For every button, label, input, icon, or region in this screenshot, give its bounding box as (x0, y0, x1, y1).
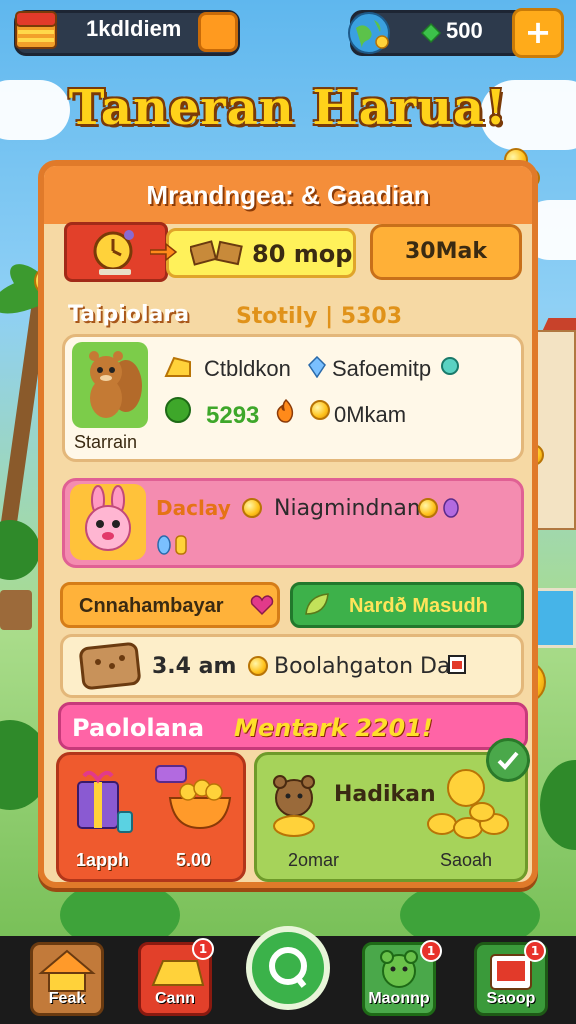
coin-icon (310, 400, 330, 420)
crate-icon (190, 240, 243, 266)
nav-search-button[interactable] (246, 926, 330, 1010)
stat-label: Ctbldkon (204, 356, 291, 381)
currency-amount: 500 (446, 18, 483, 43)
diamond-icon (308, 356, 326, 378)
coin-icon (248, 656, 268, 676)
claim-button[interactable]: 30Mak (370, 224, 522, 280)
offer-label: 1apph (76, 850, 130, 870)
main-panel: Mrandngea: & Gaadian 80 mop 30Mak Taipio… (38, 160, 538, 888)
nav-label: Saoop (486, 990, 536, 1007)
player-name: 1kdldiem (86, 16, 182, 41)
search-icon (269, 947, 307, 988)
coin-bowl-icon (155, 765, 232, 830)
coin-icon (418, 498, 438, 518)
coin-icon (242, 498, 262, 518)
character-name: Starrain (74, 432, 138, 452)
gem-icon (443, 498, 459, 518)
globe-icon[interactable] (346, 10, 392, 56)
leaf-icon (165, 397, 191, 423)
notification-badge: 1 (192, 938, 214, 960)
cheese-icon (164, 356, 191, 377)
avatar (72, 342, 148, 428)
stat-value: 5293 (206, 402, 260, 429)
gem-icon (441, 357, 459, 375)
panel-title: Mrandngea: & Gaadian (146, 180, 430, 210)
cash-icon (420, 22, 442, 44)
game-title: Taneran Harua! (68, 80, 508, 136)
reward-value: 80 mop (252, 240, 353, 268)
fire-icon (276, 398, 294, 423)
heart-icon (250, 595, 274, 616)
clock-icon (93, 230, 134, 275)
nav-label: Maonnp (368, 990, 430, 1007)
gift-box-icon (77, 770, 133, 833)
stat-label: 0Mkam (334, 402, 407, 427)
squirrel-icon (89, 351, 142, 418)
offer-label: Saoah (440, 850, 493, 870)
banner-promo: Mentark 2201! (234, 714, 433, 742)
nav-label: Cann (155, 990, 195, 1007)
house-icon (38, 949, 96, 992)
arrow-right-icon (150, 242, 178, 262)
notification-badge: 1 (420, 940, 442, 962)
cookie-box-icon (79, 642, 141, 690)
treasure-chest-icon (15, 11, 57, 49)
offer-price: 5.00 (176, 850, 212, 870)
nav-label: Feak (48, 990, 86, 1007)
avatar (70, 484, 146, 560)
offer-label: 2omar (288, 850, 340, 870)
section-label: Taipiolara (68, 302, 190, 327)
add-currency-button[interactable]: + (512, 8, 564, 58)
banner-title: Paololana (72, 714, 205, 742)
event-text: Niagmindnam (274, 496, 429, 521)
profile-menu-button[interactable] (198, 12, 238, 52)
bear-icon (273, 775, 315, 837)
section-stat: Stotily | 5303 (236, 304, 402, 329)
info-text: Boolahgaton Dal (274, 654, 457, 679)
calendar-icon (448, 655, 466, 674)
stat-label: Safoemitp (332, 356, 432, 381)
bunny-icon (85, 485, 131, 551)
gem-icon (157, 535, 187, 555)
checkmark-icon[interactable] (486, 738, 530, 782)
event-title: Daclay (156, 496, 231, 520)
notification-badge: 1 (524, 940, 546, 962)
action-button-left[interactable]: Cnnahambayar (60, 582, 280, 628)
time-value: 3.4 am (152, 654, 237, 679)
leaf-icon (305, 593, 329, 615)
